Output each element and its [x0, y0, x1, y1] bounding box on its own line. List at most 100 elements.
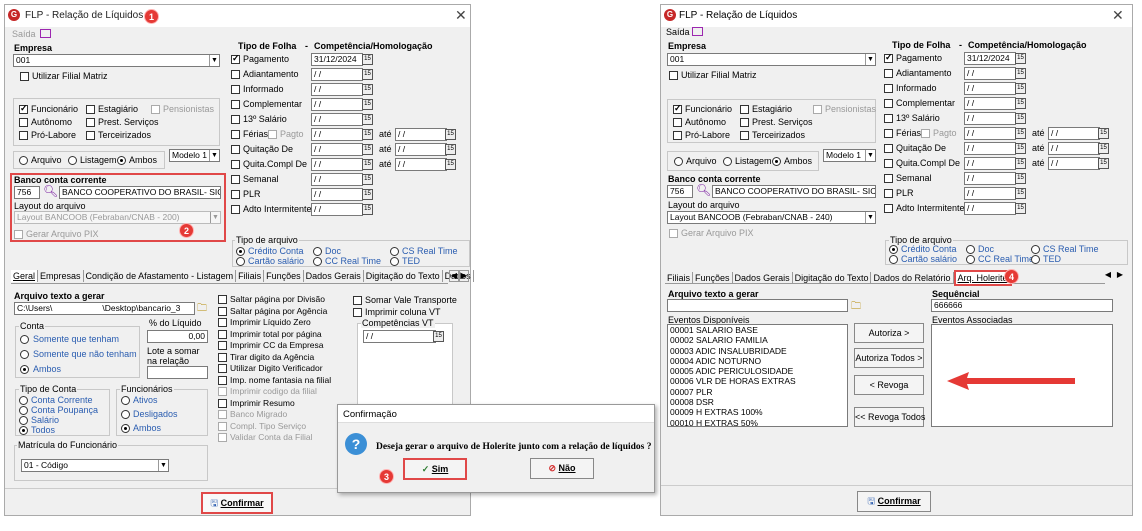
revoga-todos-button[interactable]: << Revoga Todos	[854, 407, 925, 427]
nao-button[interactable]: ⊘ Não	[530, 458, 594, 479]
arquivo-radio[interactable]	[19, 156, 28, 165]
calendar-icon[interactable]: 15	[362, 69, 373, 80]
folha-date[interactable]: / /	[964, 82, 1016, 95]
autoriza-todos-button[interactable]: Autoriza Todos >	[854, 348, 924, 368]
option-checkbox[interactable]	[218, 433, 227, 442]
tab-scroll-left-icon[interactable]: ◀	[1103, 270, 1113, 282]
calendar-icon[interactable]: 15	[1015, 188, 1026, 199]
tab-funcoes[interactable]: Funções	[264, 270, 304, 282]
option-checkbox[interactable]	[218, 341, 227, 350]
option-checkbox[interactable]	[218, 295, 227, 304]
calendar-icon[interactable]: 15	[445, 144, 456, 155]
list-item[interactable]: 00001 SALARIO BASE	[668, 325, 847, 335]
option-checkbox[interactable]	[218, 421, 227, 431]
estagiario-checkbox[interactable]	[86, 105, 95, 114]
banco-code-input[interactable]: 756	[667, 185, 693, 198]
list-item[interactable]: 00008 DSR	[668, 397, 847, 407]
arquivo-radio[interactable]	[674, 157, 683, 166]
tab-dados-gerais[interactable]: Dados Gerais	[304, 270, 364, 282]
calendar-icon[interactable]: 15	[433, 331, 444, 342]
close-icon[interactable]: ✕	[455, 7, 467, 24]
tab-arq-holerite[interactable]: Arq. Holerite	[953, 270, 1012, 286]
folha-checkbox[interactable]	[231, 115, 240, 124]
option-checkbox[interactable]	[218, 306, 227, 316]
folder-icon[interactable]: 🗀	[851, 299, 861, 316]
folha-date[interactable]: / /	[964, 157, 1016, 170]
func-ambos-radio[interactable]	[121, 424, 130, 433]
folha-checkbox[interactable]	[231, 205, 240, 214]
funcionario-checkbox[interactable]	[19, 103, 28, 114]
chevron-down-icon[interactable]: ▼	[209, 55, 219, 66]
chevron-down-icon[interactable]: ▼	[865, 212, 875, 223]
folha-date[interactable]: / /	[964, 67, 1016, 80]
folha-checkbox[interactable]	[884, 52, 893, 63]
list-item[interactable]: 00010 H EXTRAS 50%	[668, 418, 847, 426]
cartao-salario-radio[interactable]	[889, 255, 898, 264]
folha-checkbox[interactable]	[231, 70, 240, 79]
tab-empresas[interactable]: Empresas	[38, 270, 84, 282]
folha-checkbox[interactable]	[884, 204, 893, 213]
list-item[interactable]: 00005 ADIC PERICULOSIDADE	[668, 366, 847, 376]
pro-labore-checkbox[interactable]	[19, 131, 28, 140]
autoriza-button[interactable]: Autoriza >	[854, 323, 924, 343]
folha-checkbox[interactable]	[231, 53, 240, 64]
somar-vt-checkbox[interactable]	[353, 296, 362, 305]
autonomo-checkbox[interactable]	[19, 118, 28, 127]
ativos-radio[interactable]	[121, 396, 130, 405]
banco-name-input[interactable]: BANCO COOPERATIVO DO BRASIL- SICOC	[712, 185, 876, 198]
autonomo-checkbox[interactable]	[673, 118, 682, 127]
conta-ambos-radio[interactable]	[20, 365, 29, 374]
tab-dados-relatorio[interactable]: Dados do Relatório	[871, 272, 954, 284]
folha-checkbox[interactable]	[884, 84, 893, 93]
arquivo-path-input[interactable]: C:\Users\ \Desktop\bancario_3	[14, 302, 195, 315]
folha-checkbox[interactable]	[884, 99, 893, 108]
pensionistas-checkbox[interactable]	[151, 105, 160, 114]
estagiario-checkbox[interactable]	[740, 105, 749, 114]
pagto-checkbox[interactable]	[921, 129, 930, 138]
tab-scroll-right-icon[interactable]: ▶	[1115, 270, 1125, 282]
option-checkbox[interactable]	[218, 364, 227, 373]
folha-date[interactable]: / /	[964, 142, 1016, 155]
conta-poupanca-radio[interactable]	[19, 406, 28, 415]
list-item[interactable]: 00006 VLR DE HORAS EXTRAS	[668, 376, 847, 386]
tab-filiais[interactable]: Filiais	[665, 272, 694, 284]
pct-input[interactable]: 0,00	[147, 330, 208, 343]
calendar-icon[interactable]: 15	[445, 129, 456, 140]
option-checkbox[interactable]	[218, 329, 227, 339]
ate-date[interactable]: / /	[1048, 127, 1100, 140]
calendar-icon[interactable]: 15	[1015, 113, 1026, 124]
matricula-select[interactable]: 01 - Código	[21, 459, 169, 472]
tab-scroll-right-icon[interactable]: ▶	[459, 270, 469, 282]
ate-date[interactable]: / /	[395, 158, 447, 171]
ate-date[interactable]: / /	[1048, 142, 1100, 155]
ate-date[interactable]: / /	[1048, 157, 1100, 170]
folha-checkbox[interactable]	[884, 114, 893, 123]
folha-date[interactable]: 31/12/2024	[964, 52, 1016, 65]
calendar-icon[interactable]: 15	[362, 174, 373, 185]
prest-servicos-checkbox[interactable]	[740, 118, 749, 127]
calendar-icon[interactable]: 15	[362, 189, 373, 200]
conta-tenham-radio[interactable]	[20, 335, 29, 344]
chat-icon[interactable]	[40, 29, 51, 38]
funcionario-checkbox[interactable]	[673, 103, 682, 114]
folha-checkbox[interactable]	[231, 190, 240, 199]
terceirizados-checkbox[interactable]	[740, 131, 749, 140]
imprimir-vt-checkbox[interactable]	[353, 308, 362, 317]
calendar-icon[interactable]: 15	[1015, 68, 1026, 79]
list-item[interactable]: 00004 ADIC NOTURNO	[668, 356, 847, 366]
folha-date[interactable]: / /	[311, 188, 363, 201]
folha-checkbox[interactable]	[231, 85, 240, 94]
chevron-down-icon[interactable]: ▼	[158, 460, 168, 471]
menu-saida[interactable]: Saída	[666, 27, 690, 37]
close-icon[interactable]: ✕	[1112, 7, 1124, 24]
layout-select[interactable]: Layout BANCOOB (Febraban/CNAB - 200)	[14, 211, 221, 224]
calendar-icon[interactable]: 15	[362, 84, 373, 95]
folha-date[interactable]: / /	[311, 158, 363, 171]
list-item[interactable]: 00009 H EXTRAS 100%	[668, 407, 847, 417]
pro-labore-checkbox[interactable]	[673, 131, 682, 140]
doc-radio[interactable]	[313, 247, 322, 256]
arquivo-path-input[interactable]	[667, 299, 848, 312]
folha-checkbox[interactable]	[231, 130, 240, 139]
pix-checkbox[interactable]	[669, 229, 678, 238]
calendar-icon[interactable]: 15	[362, 144, 373, 155]
